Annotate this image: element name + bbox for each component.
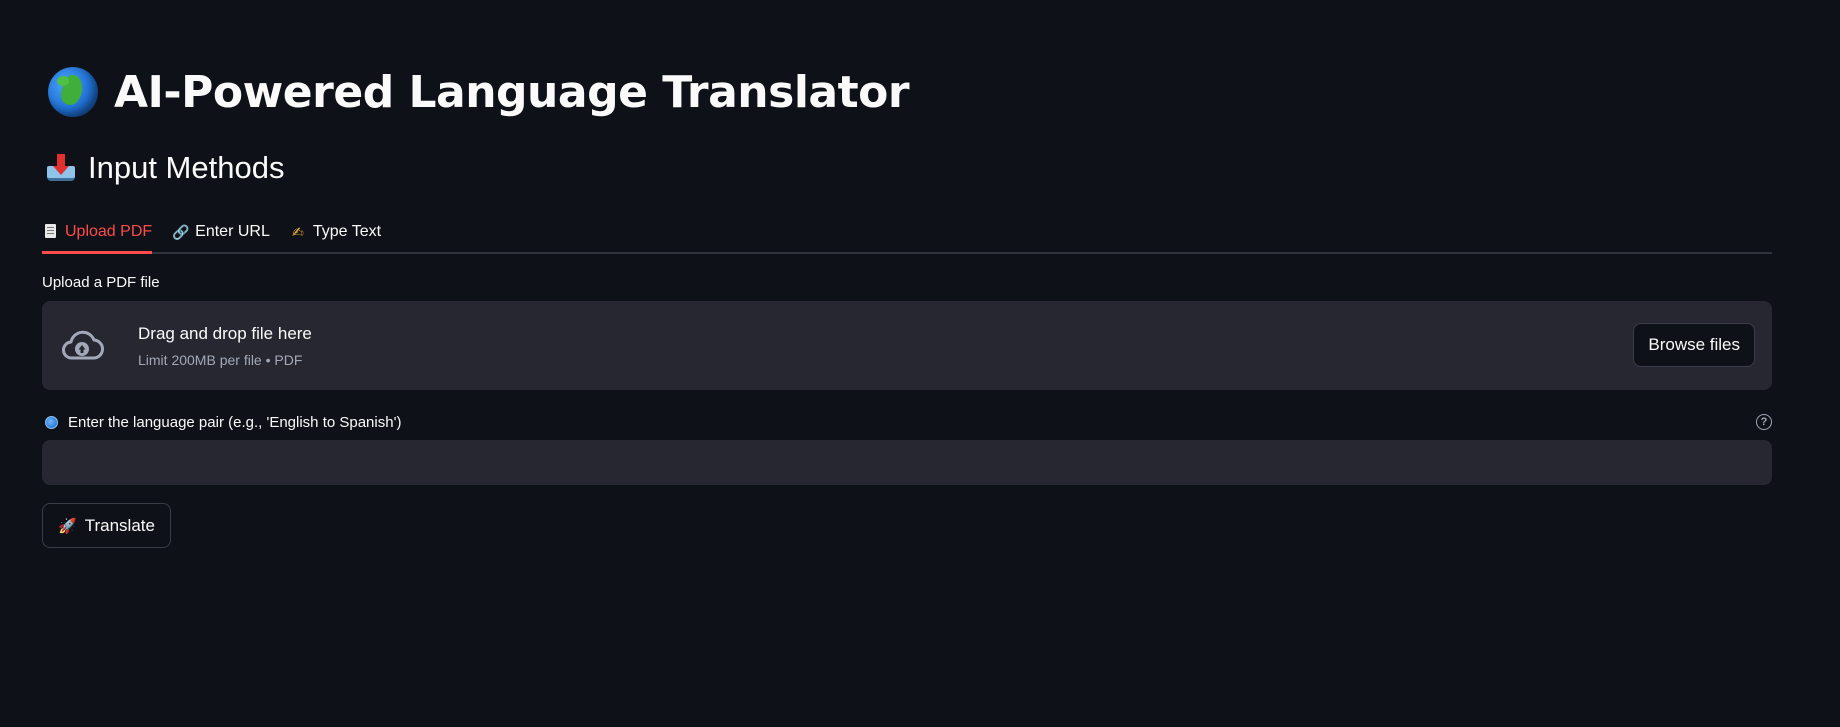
cloud-upload-icon	[62, 330, 104, 359]
help-icon[interactable]: ?	[1756, 414, 1772, 430]
page-title: AI-Powered Language Translator	[48, 62, 910, 122]
input-method-tabs: Upload PDF 🔗 Enter URL ✍ Type Text	[42, 214, 1772, 254]
dropzone-text: Drag and drop file here Limit 200MB per …	[138, 324, 312, 368]
writing-hand-icon: ✍	[291, 223, 304, 240]
rocket-icon: 🚀	[58, 517, 77, 535]
browse-files-button[interactable]: Browse files	[1633, 323, 1755, 367]
link-icon: 🔗	[172, 223, 190, 240]
tab-type-text-label: Type Text	[312, 223, 382, 240]
input-methods-header: Input Methods	[46, 146, 284, 190]
input-methods-header-text: Input Methods	[88, 150, 285, 185]
file-dropzone[interactable]: Drag and drop file here Limit 200MB per …	[42, 301, 1772, 390]
tab-enter-url[interactable]: 🔗 Enter URL	[172, 214, 270, 252]
tab-upload-pdf[interactable]: Upload PDF	[42, 214, 153, 254]
globe-icon	[48, 67, 98, 117]
page-title-text: AI-Powered Language Translator	[114, 66, 910, 118]
tab-type-text[interactable]: ✍ Type Text	[290, 214, 381, 252]
inbox-tray-icon	[46, 153, 76, 183]
tab-upload-pdf-label: Upload PDF	[65, 223, 153, 240]
language-pair-label-row: Enter the language pair (e.g., 'English …	[42, 411, 1772, 433]
globe-with-meridians-icon	[45, 415, 58, 429]
dropzone-limit: Limit 200MB per file • PDF	[138, 351, 303, 368]
upload-label: Upload a PDF file	[42, 274, 160, 291]
tab-enter-url-label: Enter URL	[195, 223, 270, 240]
language-pair-label: Enter the language pair (e.g., 'English …	[68, 413, 402, 431]
language-pair-input[interactable]	[42, 440, 1772, 485]
document-icon	[42, 223, 58, 241]
dropzone-title: Drag and drop file here	[138, 323, 312, 343]
translate-button[interactable]: 🚀 Translate	[42, 503, 171, 548]
translate-button-label: Translate	[84, 515, 155, 535]
